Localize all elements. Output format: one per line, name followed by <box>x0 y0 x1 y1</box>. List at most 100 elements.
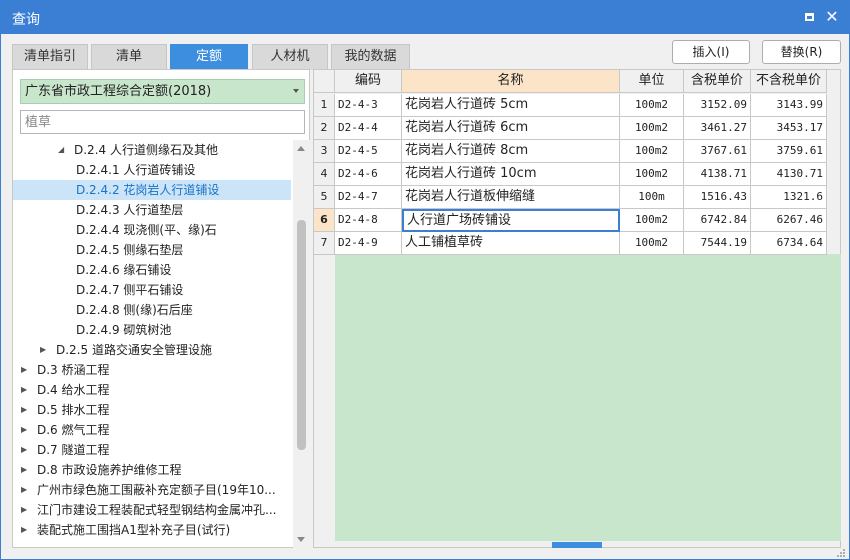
cell-name[interactable]: 人行道广场砖铺设 <box>402 209 620 232</box>
column-header-name[interactable]: 名称 <box>402 70 620 93</box>
cell-price-tax[interactable]: 1516.43 <box>684 186 751 209</box>
quota-library-select[interactable]: 广东省市政工程综合定额(2018) <box>20 79 305 104</box>
tree-item[interactable]: ◢ D.2.4 人行道侧缘石及其他 <box>13 140 291 160</box>
cell-unit[interactable]: 100m2 <box>620 117 684 140</box>
cell-code[interactable]: D2-4-4 <box>335 117 402 140</box>
cell-price-notax[interactable]: 6267.46 <box>751 209 827 232</box>
cell-price-notax[interactable]: 3143.99 <box>751 94 827 117</box>
collapsed-arrow-icon[interactable]: ▶ <box>21 400 31 420</box>
scroll-up-icon[interactable] <box>297 146 305 151</box>
row-index[interactable]: 7 <box>314 232 335 255</box>
tree-item[interactable]: D.2.4.4 现浇侧(平、缘)石 <box>13 220 291 240</box>
cell-price-notax[interactable]: 3453.17 <box>751 117 827 140</box>
tree-item[interactable]: ▶ 装配式施工围挡A1型补充子目(试行) <box>13 520 291 540</box>
column-header-price-notax[interactable]: 不含税单价 <box>751 70 827 93</box>
cell-price-tax[interactable]: 4138.71 <box>684 163 751 186</box>
cell-name[interactable]: 花岗岩人行道砖 6cm <box>402 117 620 140</box>
tree-item[interactable]: D.2.4.5 侧缘石垫层 <box>13 240 291 260</box>
close-icon[interactable]: ✕ <box>823 8 841 26</box>
row-index[interactable]: 6 <box>314 209 335 232</box>
cell-price-tax[interactable]: 6742.84 <box>684 209 751 232</box>
tab-my-data[interactable]: 我的数据 <box>331 44 410 70</box>
tree-item-label: D.2.4.5 侧缘石垫层 <box>76 243 184 257</box>
cell-unit[interactable]: 100m <box>620 186 684 209</box>
tab-bill[interactable]: 清单 <box>91 44 167 70</box>
collapsed-arrow-icon[interactable]: ▶ <box>21 440 31 460</box>
column-header-code[interactable]: 编码 <box>335 70 402 93</box>
cell-price-tax[interactable]: 7544.19 <box>684 232 751 255</box>
insert-button[interactable]: 插入(I) <box>672 40 750 64</box>
cell-name[interactable]: 花岗岩人行道砖 8cm <box>402 140 620 163</box>
tree-item[interactable]: ▶ D.8 市政设施养护维修工程 <box>13 460 291 480</box>
tree-item[interactable]: ▶ D.4 给水工程 <box>13 380 291 400</box>
cell-code[interactable]: D2-4-7 <box>335 186 402 209</box>
cell-price-tax[interactable]: 3767.61 <box>684 140 751 163</box>
tree-item[interactable]: ▶ D.2.5 道路交通安全管理设施 <box>13 340 291 360</box>
quota-tree-panel: 广东省市政工程综合定额(2018) ◢ D.2.4 人行道侧缘石及其他 D.2.4.… <box>12 69 310 548</box>
collapsed-arrow-icon[interactable]: ▶ <box>21 480 31 500</box>
collapsed-arrow-icon[interactable]: ▶ <box>21 380 31 400</box>
cell-name[interactable]: 人工铺植草砖 <box>402 232 620 255</box>
tree-item[interactable]: D.2.4.8 侧(缘)石后座 <box>13 300 291 320</box>
maximize-icon[interactable] <box>800 8 818 26</box>
collapsed-arrow-icon[interactable]: ▶ <box>21 360 31 380</box>
row-index[interactable]: 1 <box>314 94 335 117</box>
cell-code[interactable]: D2-4-5 <box>335 140 402 163</box>
cell-name[interactable]: 花岗岩人行道板伸缩缝 <box>402 186 620 209</box>
collapsed-arrow-icon[interactable]: ▶ <box>21 460 31 480</box>
row-index[interactable]: 2 <box>314 117 335 140</box>
cell-unit[interactable]: 100m2 <box>620 163 684 186</box>
tree-item[interactable]: ▶ 江门市建设工程装配式轻型钢结构金属冲孔... <box>13 500 291 520</box>
collapsed-arrow-icon[interactable]: ▶ <box>21 420 31 440</box>
cell-price-tax[interactable]: 3152.09 <box>684 94 751 117</box>
scrollbar-thumb[interactable] <box>297 220 306 450</box>
row-index[interactable]: 5 <box>314 186 335 209</box>
tree-item[interactable]: ▶ 广州市绿色施工围蔽补充定额子目(19年10... <box>13 480 291 500</box>
collapsed-arrow-icon[interactable]: ▶ <box>21 520 31 540</box>
tab-labor-material-machine[interactable]: 人材机 <box>252 44 328 70</box>
cell-price-tax[interactable]: 3461.27 <box>684 117 751 140</box>
tree-scrollbar[interactable] <box>293 140 310 548</box>
cell-unit[interactable]: 100m2 <box>620 209 684 232</box>
tree-item[interactable]: ▶ D.6 燃气工程 <box>13 420 291 440</box>
search-input[interactable] <box>20 110 305 134</box>
tree-item-label: D.2.4.9 砌筑树池 <box>76 323 172 337</box>
resize-grip-icon[interactable] <box>836 548 846 558</box>
cell-price-notax[interactable]: 1321.6 <box>751 186 827 209</box>
cell-name[interactable]: 花岗岩人行道砖 10cm <box>402 163 620 186</box>
cell-price-notax[interactable]: 4130.71 <box>751 163 827 186</box>
row-index[interactable]: 3 <box>314 140 335 163</box>
column-header-price-tax[interactable]: 含税单价 <box>684 70 751 93</box>
cell-price-notax[interactable]: 3759.61 <box>751 140 827 163</box>
row-index[interactable]: 4 <box>314 163 335 186</box>
collapsed-arrow-icon[interactable]: ▶ <box>40 340 50 360</box>
collapsed-arrow-icon[interactable]: ▶ <box>21 500 31 520</box>
tree-item[interactable]: D.2.4.7 侧平石铺设 <box>13 280 291 300</box>
tree-item[interactable]: D.2.4.1 人行道砖铺设 <box>13 160 291 180</box>
cell-code[interactable]: D2-4-3 <box>335 94 402 117</box>
expanded-arrow-icon[interactable]: ◢ <box>58 140 68 160</box>
scroll-down-icon[interactable] <box>297 537 305 542</box>
cell-unit[interactable]: 100m2 <box>620 94 684 117</box>
cell-unit[interactable]: 100m2 <box>620 232 684 255</box>
cell-code[interactable]: D2-4-6 <box>335 163 402 186</box>
tree-item[interactable]: ▶ D.7 隧道工程 <box>13 440 291 460</box>
tree-item[interactable]: ▶ D.5 排水工程 <box>13 400 291 420</box>
tree-item[interactable]: ▶ D.3 桥涵工程 <box>13 360 291 380</box>
tree-item[interactable]: D.2.4.2 花岗岩人行道铺设 <box>13 180 291 200</box>
cell-unit[interactable]: 100m2 <box>620 140 684 163</box>
cell-code[interactable]: D2-4-8 <box>335 209 402 232</box>
replace-button[interactable]: 替换(R) <box>762 40 841 64</box>
tree-item[interactable]: D.2.4.3 人行道垫层 <box>13 200 291 220</box>
cell-price-notax[interactable]: 6734.64 <box>751 232 827 255</box>
grid-horizontal-scrollbar[interactable] <box>314 542 841 548</box>
column-header-unit[interactable]: 单位 <box>620 70 684 93</box>
tab-quota[interactable]: 定额 <box>170 44 248 70</box>
collapse-handle-icon[interactable] <box>552 542 602 548</box>
cell-code[interactable]: D2-4-9 <box>335 232 402 255</box>
tree-item-label: 广州市绿色施工围蔽补充定额子目(19年10... <box>37 483 276 497</box>
tree-item[interactable]: D.2.4.6 缘石铺设 <box>13 260 291 280</box>
tab-bill-guide[interactable]: 清单指引 <box>12 44 88 70</box>
tree-item[interactable]: D.2.4.9 砌筑树池 <box>13 320 291 340</box>
cell-name[interactable]: 花岗岩人行道砖 5cm <box>402 94 620 117</box>
